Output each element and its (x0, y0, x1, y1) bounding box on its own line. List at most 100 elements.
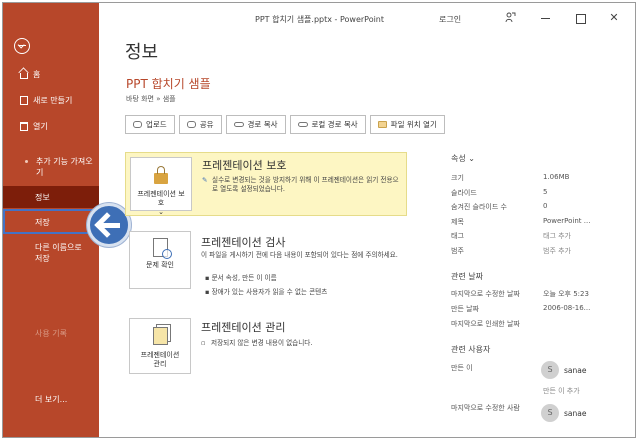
nav-open[interactable]: 열기 (3, 121, 99, 132)
check-issues-label: 문제 확인 (146, 261, 174, 269)
nav-save-as[interactable]: 다른 이름으로 저장 (3, 242, 93, 264)
cloud-upload-icon (133, 121, 142, 128)
avatar: S (541, 361, 559, 379)
minimize-icon[interactable] (539, 12, 553, 24)
nav-info[interactable]: 정보 (3, 186, 99, 208)
copy-path-button[interactable]: 경로 복사 (225, 115, 286, 134)
lock-icon (154, 166, 168, 184)
properties-heading[interactable]: 속성 ⌄ (451, 153, 475, 164)
feedback-person-icon[interactable] (505, 12, 516, 23)
pen-icon: ✎ (202, 176, 208, 184)
author-person[interactable]: S sanae (541, 361, 586, 379)
manage-presentation-button[interactable]: 프레젠테이션 관리 (129, 318, 191, 374)
prop-hidden-slides-label: 숨겨진 슬라이드 수 (451, 203, 507, 211)
new-indicator-dot-icon (25, 160, 28, 163)
date-modified-label: 마지막으로 수정한 날짜 (451, 290, 520, 298)
document-path: 바탕 화면 » 샘플 (126, 95, 176, 103)
nav-more-label: 더 보기... (35, 395, 68, 404)
inspect-bullet-1-text: 문서 속성, 만든 이 이름 (211, 274, 277, 282)
open-file-location-button[interactable]: 파일 위치 열기 (369, 115, 445, 134)
nav-home[interactable]: 홈 (3, 69, 99, 80)
open-file-location-label: 파일 위치 열기 (390, 120, 437, 129)
folder-icon (377, 121, 387, 128)
copy-local-path-button[interactable]: 로컬 경로 복사 (289, 115, 366, 134)
upload-button[interactable]: 업로드 (125, 115, 175, 134)
inspect-bullet-2-text: 장애가 있는 사용자가 읽을 수 없는 콘텐츠 (211, 288, 328, 296)
modified-by-person[interactable]: S sanae (541, 404, 586, 422)
date-created-label: 만든 날짜 (451, 305, 479, 313)
date-modified-value: 오늘 오후 5:23 (543, 290, 589, 298)
prop-title-label: 제목 (451, 218, 464, 226)
action-bar: 업로드 공유 경로 복사 로컬 경로 복사 파일 위치 열기 (125, 115, 445, 134)
prop-title-value[interactable]: PowerPoint ... (543, 217, 590, 225)
manage-button-label: 프레젠테이션 관리 (140, 351, 180, 368)
nav-new-label: 새로 만들기 (33, 96, 73, 105)
new-document-icon (20, 96, 28, 105)
nav-more[interactable]: 더 보기... (3, 394, 99, 405)
nav-new[interactable]: 새로 만들기 (3, 95, 99, 106)
nav-save[interactable]: 저장 (3, 209, 99, 234)
nav-open-label: 열기 (33, 122, 48, 131)
inspect-bullet-2: ▪ 장애가 있는 사용자가 읽을 수 없는 콘텐츠 (205, 288, 328, 296)
related-dates-heading: 관련 날짜 (451, 272, 483, 281)
protect-button-label: 프레젠테이션 보호 (137, 190, 185, 207)
share-button[interactable]: 공유 (178, 115, 222, 134)
date-printed-label: 마지막으로 인쇄한 날짜 (451, 320, 520, 328)
avatar: S (541, 404, 559, 422)
link-icon (297, 122, 308, 127)
protect-description-text: 실수로 변경되는 것을 방지하기 위해 이 프레젠테이션은 읽기 전용으로 열도… (212, 176, 399, 193)
nav-history: 사용 기록 (3, 328, 99, 339)
modified-by-name: sanae (564, 408, 587, 418)
author-label: 만든 이 (451, 364, 473, 372)
signin-link[interactable]: 로그인 (439, 14, 461, 25)
protect-description: ✎ 실수로 변경되는 것을 방지하기 위해 이 프레젠테이션은 읽기 전용으로 … (202, 176, 402, 194)
properties-heading-text: 속성 (451, 154, 466, 163)
nav-save-as-label: 다른 이름으로 저장 (35, 243, 82, 263)
prop-tags-label: 태그 (451, 232, 464, 240)
date-created-value: 2006-08-16... (543, 304, 591, 312)
add-author-link[interactable]: 만든 이 추가 (543, 386, 580, 396)
protect-presentation-button[interactable]: 프레젠테이션 보호 ⌄ (130, 157, 192, 216)
link-icon (233, 122, 244, 127)
manage-versions-icon (152, 327, 168, 345)
manage-presentation-section: 프레젠테이션 관리 프레젠테이션 관리 ▫ 저장되지 않은 변경 내용이 없습니… (125, 318, 407, 378)
prop-size-label: 크기 (451, 174, 464, 182)
nav-home-label: 홈 (33, 70, 41, 79)
nav-history-label: 사용 기록 (35, 329, 67, 338)
prop-size-value: 1.06MB (543, 173, 570, 181)
share-icon (186, 121, 196, 128)
inspect-bullet-1: ▪ 문서 속성, 만든 이 이름 (205, 274, 277, 282)
close-icon[interactable]: ✕ (607, 12, 621, 24)
nav-addins[interactable]: 추가 기능 가져오기 (3, 156, 93, 178)
nav-addins-label: 추가 기능 가져오기 (36, 157, 93, 177)
copy-path-label: 경로 복사 (247, 120, 278, 129)
nav-info-label: 정보 (35, 193, 50, 202)
nav-save-label: 저장 (35, 218, 50, 227)
prop-slides-label: 슬라이드 (451, 189, 477, 197)
back-arrow-circle-icon[interactable] (14, 38, 30, 54)
backstage-sidebar: 홈 새로 만들기 열기 추가 기능 가져오기 정보 저장 다른 이름으로 저장 … (3, 3, 99, 437)
prop-slides-value: 5 (543, 188, 548, 196)
modified-by-label: 마지막으로 수정한 사람 (451, 404, 520, 412)
related-people-heading: 관련 사용자 (451, 345, 491, 354)
page-title: 정보 (125, 42, 159, 63)
inspect-heading: 프레젠테이션 검사 (201, 236, 286, 249)
author-name: sanae (564, 365, 587, 375)
info-pane: 정보 PPT 합치기 샘플 바탕 화면 » 샘플 업로드 공유 경로 복사 로컬… (99, 31, 635, 437)
prop-categories-value[interactable]: 범주 추가 (543, 246, 571, 256)
manage-description: ▫ 저장되지 않은 변경 내용이 없습니다. (201, 339, 401, 348)
title-bar: PPT 합치기 샘플.pptx - PowerPoint 로그인 ✕ (99, 3, 635, 31)
manage-description-text: 저장되지 않은 변경 내용이 없습니다. (211, 339, 313, 347)
prop-tags-value[interactable]: 태그 추가 (543, 231, 571, 241)
copy-local-path-label: 로컬 경로 복사 (311, 120, 358, 129)
check-for-issues-button[interactable]: 문제 확인 (129, 231, 191, 289)
chevron-down-icon: ⌄ (158, 208, 164, 216)
document-title: PPT 합치기 샘플 (126, 77, 211, 91)
folder-open-icon (20, 122, 28, 131)
maximize-icon[interactable] (573, 12, 587, 24)
window-title: PPT 합치기 샘플.pptx - PowerPoint (255, 15, 385, 24)
upload-label: 업로드 (146, 120, 167, 129)
chevron-down-icon: ⌄ (468, 154, 475, 163)
protect-heading: 프레젠테이션 보호 (202, 159, 287, 172)
manage-heading: 프레젠테이션 관리 (201, 321, 286, 334)
